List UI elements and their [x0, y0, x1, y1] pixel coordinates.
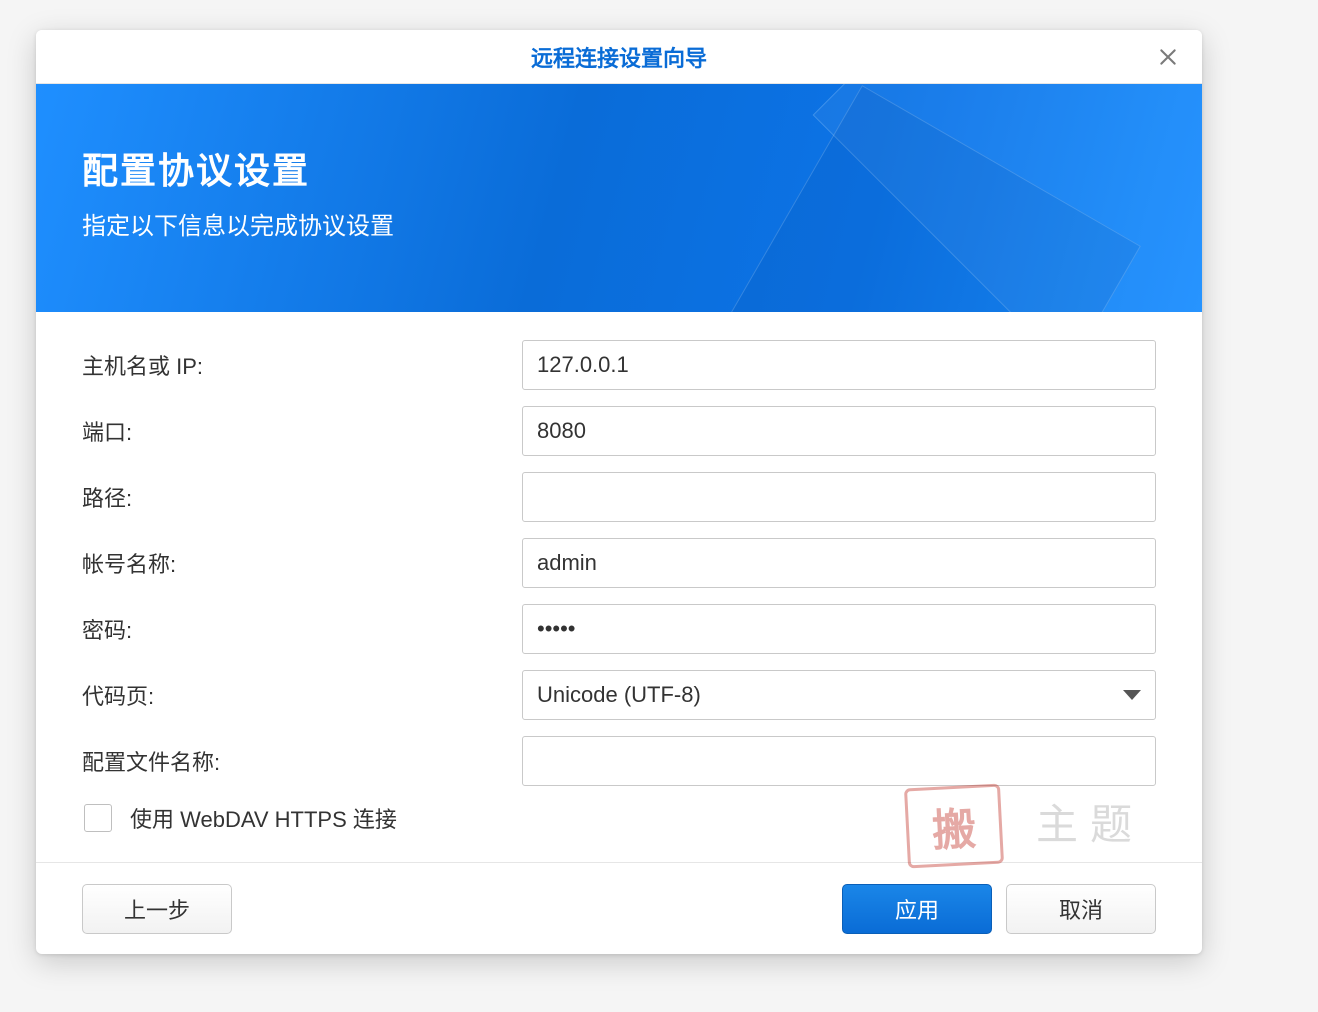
apply-button[interactable]: 应用: [842, 884, 992, 934]
input-password[interactable]: [522, 604, 1156, 654]
close-icon: [1158, 47, 1178, 67]
chevron-down-icon: [1123, 690, 1141, 700]
row-codepage: 代码页: Unicode (UTF-8): [82, 670, 1156, 720]
select-codepage[interactable]: Unicode (UTF-8): [522, 670, 1156, 720]
label-path: 路径:: [82, 481, 522, 513]
banner-subheading: 指定以下信息以完成协议设置: [82, 206, 1156, 241]
row-account: 帐号名称:: [82, 538, 1156, 588]
label-account: 帐号名称:: [82, 547, 522, 579]
close-button[interactable]: [1152, 41, 1184, 73]
back-button-label: 上一步: [124, 893, 190, 925]
row-port: 端口:: [82, 406, 1156, 456]
label-codepage: 代码页:: [82, 679, 522, 711]
input-path[interactable]: [522, 472, 1156, 522]
form-area: 主机名或 IP: 端口: 路径: 帐号名称: 密码:: [36, 312, 1202, 862]
apply-button-label: 应用: [895, 893, 939, 925]
checkbox-https[interactable]: [84, 804, 112, 832]
input-port[interactable]: [522, 406, 1156, 456]
cancel-button-label: 取消: [1059, 893, 1103, 925]
input-account[interactable]: [522, 538, 1156, 588]
select-codepage-value: Unicode (UTF-8): [537, 682, 701, 708]
row-path: 路径:: [82, 472, 1156, 522]
label-password: 密码:: [82, 613, 522, 645]
input-hostname[interactable]: [522, 340, 1156, 390]
row-hostname: 主机名或 IP:: [82, 340, 1156, 390]
row-password: 密码:: [82, 604, 1156, 654]
label-hostname: 主机名或 IP:: [82, 349, 522, 381]
titlebar: 远程连接设置向导: [36, 30, 1202, 84]
row-https-checkbox: 使用 WebDAV HTTPS 连接: [84, 802, 1156, 834]
row-profile: 配置文件名称:: [82, 736, 1156, 786]
label-https-checkbox: 使用 WebDAV HTTPS 连接: [130, 802, 397, 834]
input-profile[interactable]: [522, 736, 1156, 786]
footer: 上一步 应用 取消: [36, 862, 1202, 954]
cancel-button[interactable]: 取消: [1006, 884, 1156, 934]
back-button[interactable]: 上一步: [82, 884, 232, 934]
banner: 配置协议设置 指定以下信息以完成协议设置: [36, 84, 1202, 312]
label-port: 端口:: [82, 415, 522, 447]
banner-heading: 配置协议设置: [82, 142, 1156, 194]
window-title: 远程连接设置向导: [531, 41, 707, 73]
label-profile: 配置文件名称:: [82, 745, 522, 777]
wizard-window: 远程连接设置向导 配置协议设置 指定以下信息以完成协议设置 主机名或 IP: 端…: [36, 30, 1202, 954]
